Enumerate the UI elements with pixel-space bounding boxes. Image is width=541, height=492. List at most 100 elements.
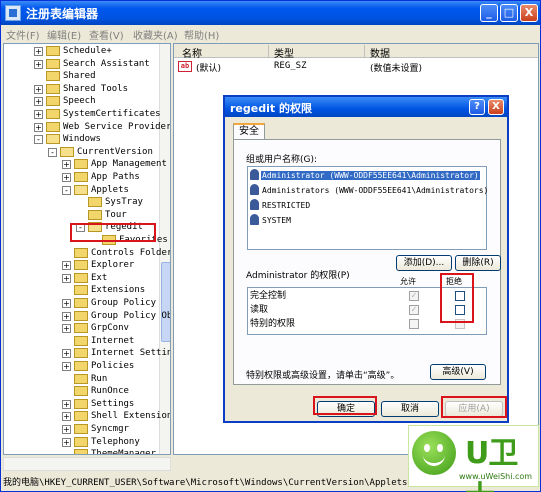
tree-item[interactable]: - Applets	[4, 184, 158, 196]
menu-view[interactable]: 查看(V)	[89, 27, 124, 42]
tree-item-label: ThemeManager	[91, 449, 157, 455]
collapse-icon[interactable]: -	[62, 185, 71, 195]
tree-item[interactable]: + App Management	[4, 158, 167, 170]
help-button[interactable]: ?	[469, 99, 485, 115]
column-data[interactable]: 数据	[370, 45, 390, 60]
dialog-close-button[interactable]: X	[488, 99, 504, 115]
tree-item[interactable]: + Group Policy	[4, 297, 158, 309]
tree-item[interactable]: + App Paths	[4, 171, 158, 183]
expand-icon[interactable]: +	[62, 311, 71, 321]
advanced-button[interactable]: 高级(V)	[430, 364, 486, 380]
tree-horizontal-scrollbar[interactable]	[3, 457, 171, 471]
remove-button[interactable]: 删除(R)	[455, 255, 501, 271]
menu-file[interactable]: 文件(F)	[6, 27, 40, 42]
tree-item[interactable]: + Syncmgr	[4, 423, 158, 435]
collapse-icon[interactable]: -	[48, 147, 57, 157]
folder-icon	[74, 348, 88, 359]
add-button[interactable]: 添加(D)...	[396, 255, 452, 271]
registry-tree[interactable]: + Schedule+ + Search Assistant Shared + Shared…	[3, 43, 171, 455]
collapse-icon[interactable]: -	[34, 135, 43, 145]
expand-icon[interactable]: +	[62, 425, 71, 434]
tree-item[interactable]: ThemeManager	[4, 448, 158, 455]
tree-item-label: Group Policy Objects	[91, 310, 170, 321]
column-type[interactable]: 类型	[274, 45, 294, 60]
list-item[interactable]: Administrators (WWW-ODDF55EE641\Administ…	[250, 184, 488, 197]
expand-icon[interactable]: +	[34, 122, 43, 132]
value-name[interactable]: (默认)	[196, 61, 221, 74]
folder-icon	[46, 121, 60, 132]
tree-item[interactable]: Tour	[4, 209, 158, 221]
tree-item[interactable]: + Ext	[4, 272, 158, 284]
folder-icon	[74, 184, 88, 195]
folder-icon	[74, 386, 88, 397]
expand-icon[interactable]: +	[62, 273, 71, 283]
expand-icon[interactable]: +	[62, 362, 71, 371]
group-user-label: 组或用户名称(G):	[246, 155, 318, 165]
expand-icon[interactable]: +	[62, 399, 71, 409]
list-item[interactable]: RESTRICTED	[250, 199, 486, 212]
user-list[interactable]: Administrator (WWW-ODDF55EE641\Administr…	[247, 166, 488, 250]
list-item[interactable]: SYSTEM	[250, 214, 486, 227]
expand-icon[interactable]: +	[34, 110, 43, 119]
tree-item[interactable]: + Shared Tools	[4, 83, 158, 95]
tree-item[interactable]: + Schedule+	[4, 45, 158, 57]
folder-icon	[74, 424, 88, 434]
expand-icon[interactable]: +	[62, 173, 71, 182]
dialog-title-bar[interactable]: regedit 的权限 ? X	[225, 97, 507, 117]
menu-edit[interactable]: 编辑(E)	[47, 27, 81, 42]
folder-icon	[74, 411, 88, 422]
tree-item[interactable]: + Settings	[4, 398, 158, 410]
minimize-button[interactable]: _	[480, 4, 498, 22]
expand-icon[interactable]: +	[62, 324, 71, 334]
tree-item[interactable]: + Shell Extensions	[4, 410, 170, 422]
deny-column-highlight	[440, 273, 474, 323]
folder-icon	[88, 197, 102, 208]
maximize-button[interactable]: □	[500, 4, 518, 22]
cancel-button[interactable]: 取消	[381, 401, 439, 417]
tree-item-label: Syncmgr	[91, 424, 129, 434]
expand-icon[interactable]: +	[34, 84, 43, 94]
list-item[interactable]: Administrator (WWW-ODDF55EE641\Administr…	[250, 169, 486, 182]
tree-item[interactable]: + Web Service Providers	[4, 121, 170, 133]
menu-favorites[interactable]: 收藏夹(A)	[133, 27, 178, 42]
tree-item[interactable]: + Search Assistant	[4, 58, 158, 70]
expand-icon[interactable]: +	[34, 47, 43, 56]
security-panel: 组或用户名称(G): Administrator (WWW-ODDF55EE64…	[233, 139, 501, 385]
tree-item-label: CurrentVersion	[77, 146, 153, 157]
expand-icon[interactable]: +	[34, 97, 43, 107]
tree-item[interactable]: SysTray	[4, 196, 158, 208]
allow-read-checkbox: ✓	[409, 305, 419, 315]
tree-item[interactable]: Internet	[4, 335, 158, 347]
tree-scroll-thumb[interactable]	[161, 262, 170, 342]
tree-item[interactable]: + Speech	[4, 95, 158, 107]
tree-item[interactable]: RunOnce	[4, 385, 158, 397]
column-name[interactable]: 名称	[182, 45, 202, 60]
tree-item-label: RunOnce	[91, 386, 129, 397]
tree-item[interactable]: + Policies	[4, 360, 158, 372]
menu-help[interactable]: 帮助(H)	[184, 27, 219, 42]
expand-icon[interactable]: +	[62, 261, 71, 271]
title-bar[interactable]: 注册表编辑器 _ □ X	[1, 1, 540, 25]
watermark-site: www.uWeiShi.com	[459, 472, 533, 481]
tree-item[interactable]: + Group Policy Objects	[4, 310, 170, 322]
expand-icon[interactable]: +	[34, 59, 43, 69]
tree-item[interactable]: Shared	[4, 70, 158, 82]
tree-item[interactable]: - Windows	[4, 133, 158, 145]
tree-item[interactable]: Run	[4, 373, 158, 385]
tree-item[interactable]: + GrpConv	[4, 322, 158, 334]
tree-item[interactable]: + SystemCertificates	[4, 108, 161, 120]
tree-item[interactable]: Controls Folder	[4, 247, 170, 259]
tree-item[interactable]: - CurrentVersion	[4, 146, 158, 158]
expand-icon[interactable]: +	[62, 299, 71, 308]
expand-icon[interactable]: +	[62, 160, 71, 170]
tree-item-label: Schedule+	[63, 46, 112, 56]
tree-item[interactable]: + Telephony	[4, 436, 158, 448]
tree-item[interactable]: + Internet Settings	[4, 347, 170, 359]
expand-icon[interactable]: +	[62, 412, 71, 422]
tree-item[interactable]: Extensions	[4, 284, 158, 296]
expand-icon[interactable]: +	[62, 349, 71, 359]
close-button[interactable]: X	[520, 4, 538, 22]
expand-icon[interactable]: +	[62, 437, 71, 447]
tab-security[interactable]: 安全	[233, 123, 265, 140]
tree-item[interactable]: + Explorer	[4, 259, 158, 271]
